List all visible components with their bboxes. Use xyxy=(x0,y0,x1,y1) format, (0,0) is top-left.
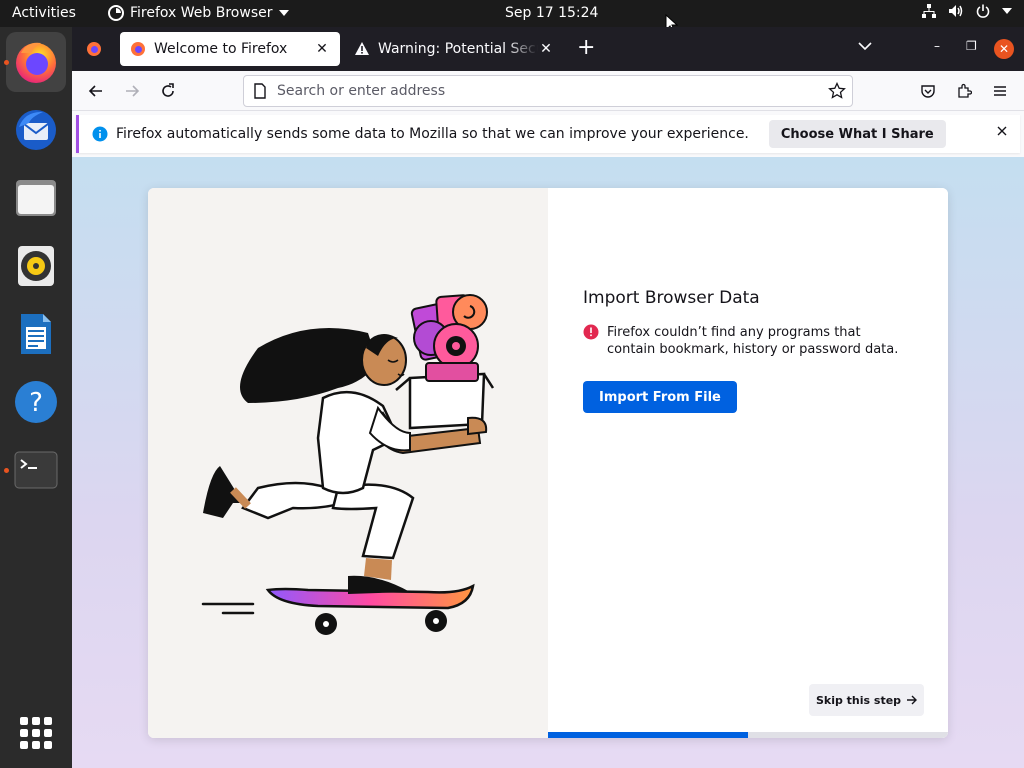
url-input[interactable] xyxy=(277,81,817,101)
help-icon: ? xyxy=(15,381,57,423)
arrow-right-icon xyxy=(907,695,918,705)
firefox-window: Welcome to Firefox ✕ Warning: Potential … xyxy=(72,27,1024,768)
app-menu-label: Firefox Web Browser xyxy=(130,5,273,21)
progress-fill xyxy=(548,732,748,738)
extensions-button[interactable] xyxy=(952,79,976,103)
back-arrow-icon xyxy=(88,85,102,97)
power-icon xyxy=(976,4,990,18)
import-title: Import Browser Data xyxy=(583,288,760,308)
close-notification-icon[interactable] xyxy=(996,125,1008,137)
skateboarding-girl-illustration xyxy=(201,294,495,635)
app-menu-chevron-icon xyxy=(278,10,289,16)
dock-libreoffice-writer[interactable] xyxy=(6,304,66,364)
import-from-file-button[interactable]: Import From File xyxy=(583,381,737,413)
firefox-running-indicator xyxy=(4,60,9,65)
pocket-button[interactable] xyxy=(916,79,940,103)
import-error-message: Firefox couldn’t find any programs that … xyxy=(607,325,899,357)
forward-button[interactable] xyxy=(120,79,144,103)
back-button[interactable] xyxy=(84,79,108,103)
navigation-toolbar xyxy=(72,71,1024,111)
data-collection-notification: Firefox automatically sends some data to… xyxy=(76,115,1020,153)
clock[interactable]: Sep 17 15:24 xyxy=(505,5,598,21)
app-menu-button[interactable] xyxy=(988,79,1012,103)
gnome-top-bar: Activities Firefox Web Browser Sep 17 15… xyxy=(0,0,1024,27)
dock-help[interactable]: ? xyxy=(6,372,66,432)
page-content: Import Browser Data Firefox couldn’t fin… xyxy=(72,157,1024,768)
choose-what-i-share-button[interactable]: Choose What I Share xyxy=(768,120,946,148)
skip-button-label: Skip this step xyxy=(815,693,902,707)
dock-terminal[interactable] xyxy=(6,440,66,500)
dock-rhythmbox[interactable] xyxy=(6,236,66,296)
skip-this-step-button[interactable]: Skip this step xyxy=(809,684,924,716)
show-applications-button[interactable] xyxy=(20,717,52,749)
svg-text:?: ? xyxy=(29,388,43,418)
dock-files[interactable] xyxy=(6,168,66,228)
close-tab-icon[interactable]: ✕ xyxy=(314,41,330,57)
firefox-favicon-icon xyxy=(131,42,145,56)
minimize-window-icon[interactable]: – xyxy=(934,39,940,53)
puzzle-icon xyxy=(958,83,972,98)
reload-button[interactable] xyxy=(156,79,180,103)
reload-icon xyxy=(162,83,174,97)
tab-welcome-to-firefox[interactable]: Welcome to Firefox ✕ xyxy=(120,32,340,66)
terminal-running-indicator xyxy=(4,468,9,473)
tab-strip: Welcome to Firefox ✕ Warning: Potential … xyxy=(72,27,1024,71)
ubuntu-dock: ? xyxy=(0,27,72,768)
system-tray[interactable] xyxy=(922,4,1012,18)
list-all-tabs-chevron-icon[interactable] xyxy=(858,41,872,51)
tab-title: Warning: Potential Security Risk Ahead xyxy=(378,41,538,57)
tab-security-warning[interactable]: Warning: Potential Security Risk Ahead ✕ xyxy=(344,32,564,66)
warning-icon xyxy=(355,42,369,55)
firefox-view-button[interactable] xyxy=(80,35,108,63)
onboarding-card: Import Browser Data Firefox couldn’t fin… xyxy=(148,188,948,738)
volume-icon xyxy=(949,5,963,17)
error-icon xyxy=(583,324,599,340)
rhythmbox-icon xyxy=(18,246,54,286)
forward-arrow-icon xyxy=(126,85,140,97)
bookmark-star-icon[interactable] xyxy=(828,82,846,100)
restore-window-icon[interactable]: ❐ xyxy=(966,39,977,53)
pocket-icon xyxy=(921,85,935,98)
import-panel: Import Browser Data Firefox couldn’t fin… xyxy=(548,188,948,738)
firefox-menu-icon xyxy=(108,5,124,21)
thunderbird-icon xyxy=(16,110,56,150)
close-tab-icon[interactable]: ✕ xyxy=(538,41,554,57)
app-menu[interactable]: Firefox Web Browser xyxy=(108,5,289,21)
onboarding-progress-bar xyxy=(548,732,948,738)
close-window-icon[interactable]: ✕ xyxy=(994,39,1014,59)
files-icon xyxy=(16,180,56,216)
illustration-panel xyxy=(148,188,548,738)
firefox-icon xyxy=(16,42,56,83)
network-icon xyxy=(922,4,936,18)
new-tab-plus-icon[interactable]: + xyxy=(577,37,595,59)
page-icon xyxy=(254,83,266,99)
address-bar[interactable] xyxy=(243,75,853,107)
hamburger-menu-icon xyxy=(994,86,1006,96)
firefox-view-icon xyxy=(87,42,101,56)
terminal-icon xyxy=(14,451,58,489)
activities-button[interactable]: Activities xyxy=(12,5,76,21)
dock-firefox[interactable] xyxy=(6,32,66,92)
notification-text: Firefox automatically sends some data to… xyxy=(116,126,749,142)
dock-thunderbird[interactable] xyxy=(6,100,66,160)
writer-icon xyxy=(21,314,51,354)
system-menu-chevron-icon xyxy=(1002,8,1012,14)
tab-title: Welcome to Firefox xyxy=(154,41,288,57)
info-icon xyxy=(92,126,108,142)
